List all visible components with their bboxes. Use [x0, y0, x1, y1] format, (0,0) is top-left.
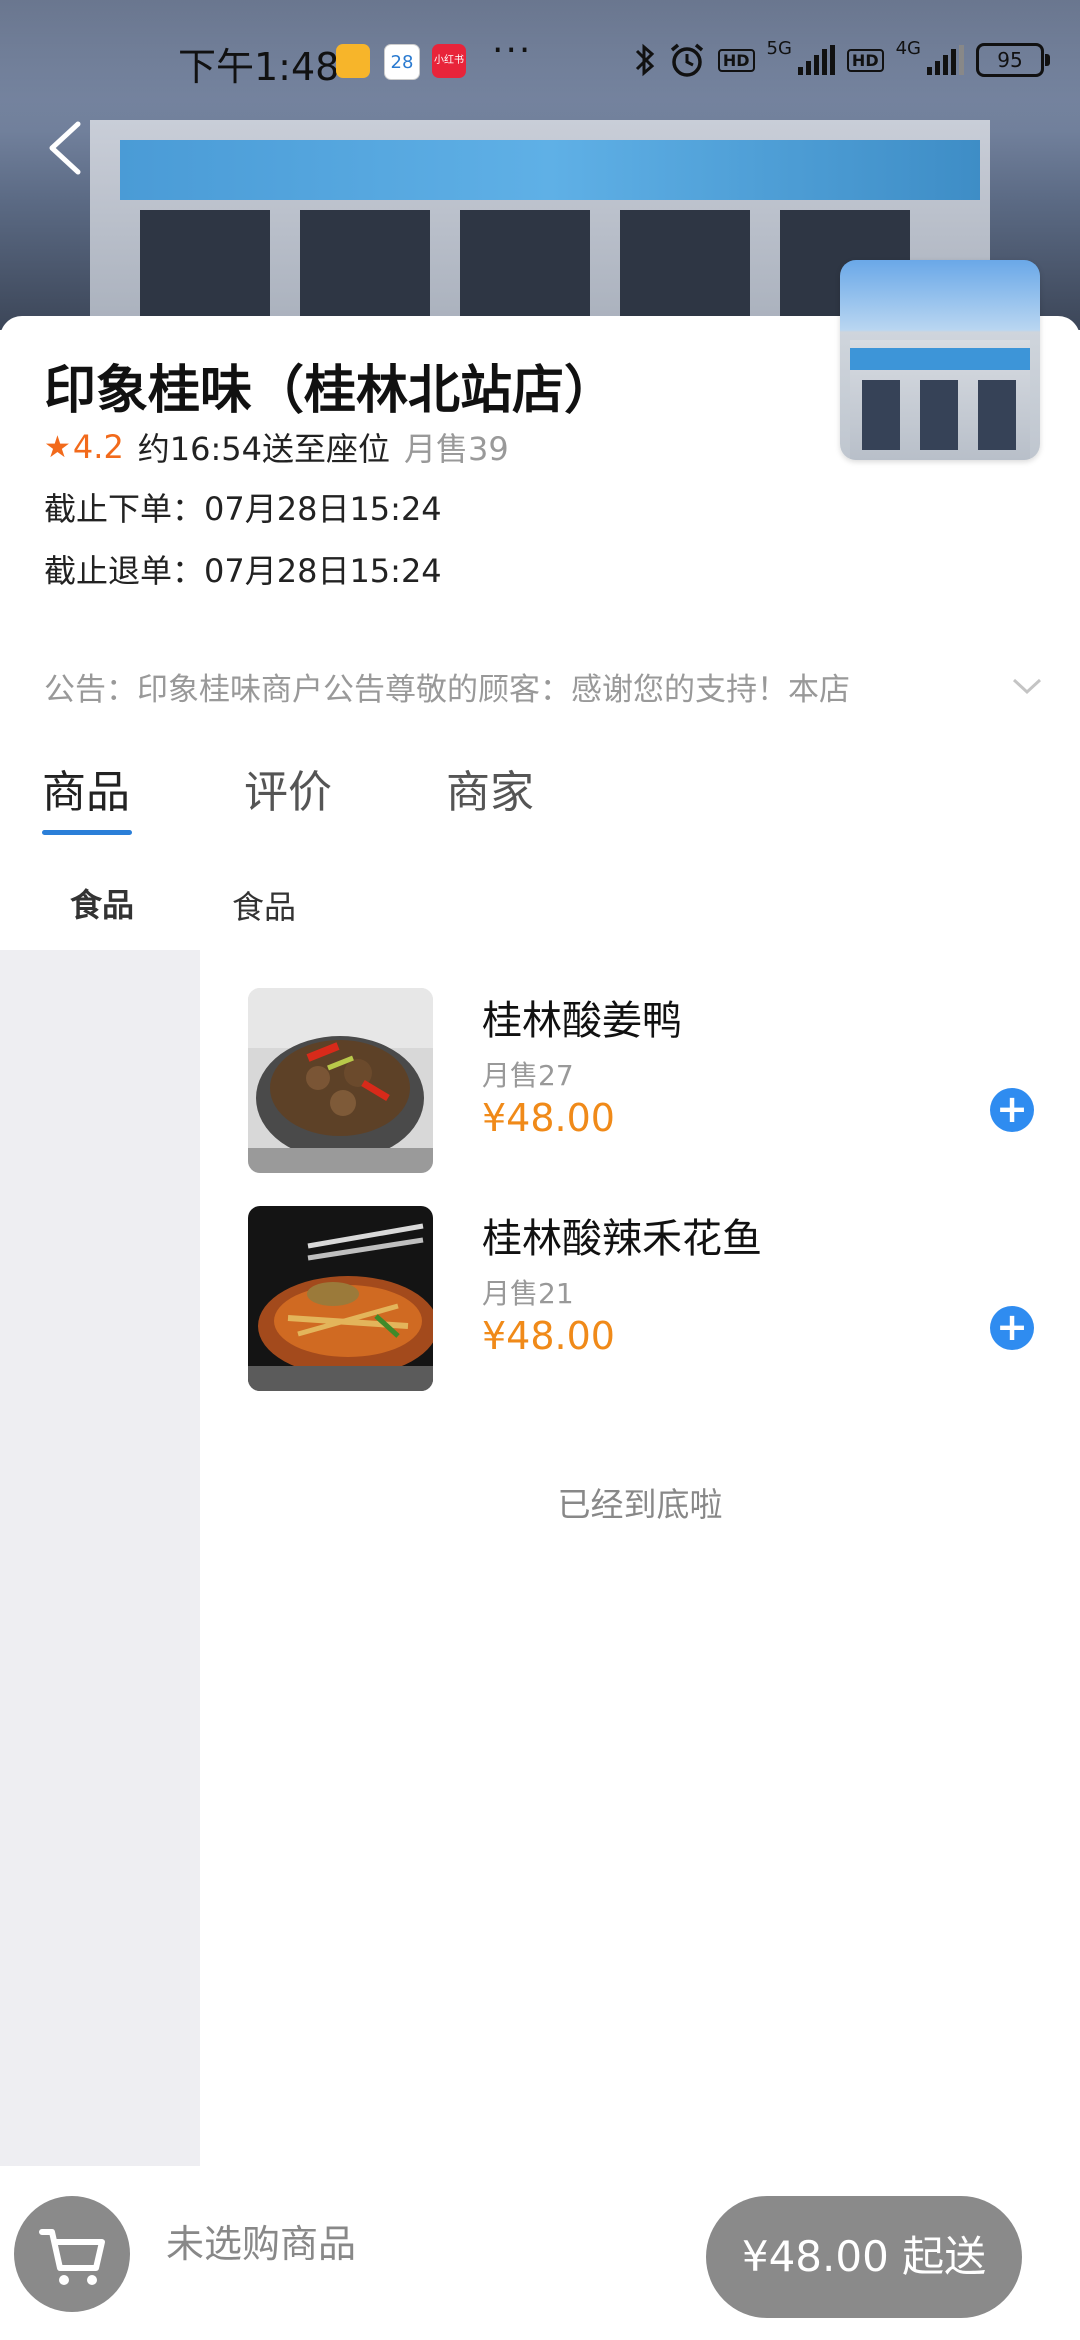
tab-merchant[interactable]: 商家	[446, 756, 534, 820]
back-arrow-icon[interactable]	[44, 118, 84, 178]
alarm-icon	[670, 43, 703, 77]
cart-empty-text: 未选购商品	[166, 2222, 357, 2266]
signal-icon-2	[927, 45, 964, 75]
order-deadline: 截止下单：07月28日15:24	[44, 490, 442, 528]
product-sales: 月售27	[482, 1059, 574, 1092]
category-sidebar	[0, 950, 200, 2166]
product-image-fish	[248, 1206, 433, 1391]
store-monthly-sales: 月售39	[404, 430, 509, 468]
product-price: ¥48.00	[482, 1314, 615, 1358]
product-sales: 月售21	[482, 1277, 574, 1310]
status-bar: 下午1:48 28 小红书 ··· HD 5G HD 4G 95	[0, 30, 1080, 90]
end-of-list-text: 已经到底啦	[557, 1485, 723, 1524]
battery-icon: 95	[976, 43, 1050, 77]
product-item[interactable]: 桂林酸辣禾花鱼 月售21 ¥48.00 +	[248, 1206, 1048, 1391]
active-tab-indicator	[42, 830, 132, 835]
product-image-duck	[248, 988, 433, 1173]
status-time: 下午1:48	[178, 45, 340, 89]
bluetooth-icon	[635, 43, 655, 77]
cart-button[interactable]	[14, 2196, 130, 2312]
chevron-down-icon[interactable]	[1010, 676, 1044, 696]
more-notifications-icon: ···	[492, 30, 533, 71]
shopping-cart-icon	[39, 2229, 105, 2285]
battery-level: 95	[997, 48, 1023, 72]
xiaohongshu-app-icon: 小红书	[432, 44, 466, 78]
store-meta-row: ★ 4.2 约16:54送至座位 月售39	[44, 424, 509, 470]
tab-reviews[interactable]: 评价	[244, 756, 332, 820]
calendar-day: 28	[390, 52, 414, 73]
product-price: ¥48.00	[482, 1096, 615, 1140]
star-icon: ★	[44, 429, 71, 465]
store-name: 印象桂味（桂林北站店）	[44, 361, 617, 421]
calendar-app-icon: 28	[384, 44, 420, 80]
product-name: 桂林酸姜鸭	[482, 998, 682, 1044]
tab-bar: 商品 评价 商家	[0, 756, 1080, 836]
hd-badge-2: HD	[846, 48, 884, 72]
signal-icon-1	[797, 45, 835, 75]
product-name: 桂林酸辣禾花鱼	[482, 1216, 762, 1262]
network-4g-label: 4G	[895, 38, 921, 59]
network-5g-label: 5G	[766, 38, 792, 59]
add-to-cart-button[interactable]: +	[990, 1306, 1034, 1350]
xiaohongshu-label: 小红书	[434, 55, 464, 66]
hd-badge-1: HD	[717, 48, 755, 72]
checkout-button[interactable]: ¥48.00 起送	[706, 2196, 1022, 2318]
delivery-eta: 约16:54送至座位	[137, 430, 391, 468]
message-app-icon	[336, 44, 370, 78]
section-title-food: 食品	[232, 888, 297, 926]
sidebar-item-food[interactable]: 食品	[70, 880, 134, 926]
product-item[interactable]: 桂林酸姜鸭 月售27 ¥48.00 +	[248, 988, 1048, 1173]
tab-products[interactable]: 商品	[42, 756, 130, 820]
add-to-cart-button[interactable]: +	[990, 1088, 1034, 1132]
store-notice[interactable]: 公告：印象桂味商户公告尊敬的顾客：感谢您的支持！本店	[44, 664, 944, 709]
store-thumbnail-image	[840, 260, 1040, 460]
refund-deadline: 截止退单：07月28日15:24	[44, 552, 442, 590]
store-rating: 4.2	[72, 428, 124, 466]
